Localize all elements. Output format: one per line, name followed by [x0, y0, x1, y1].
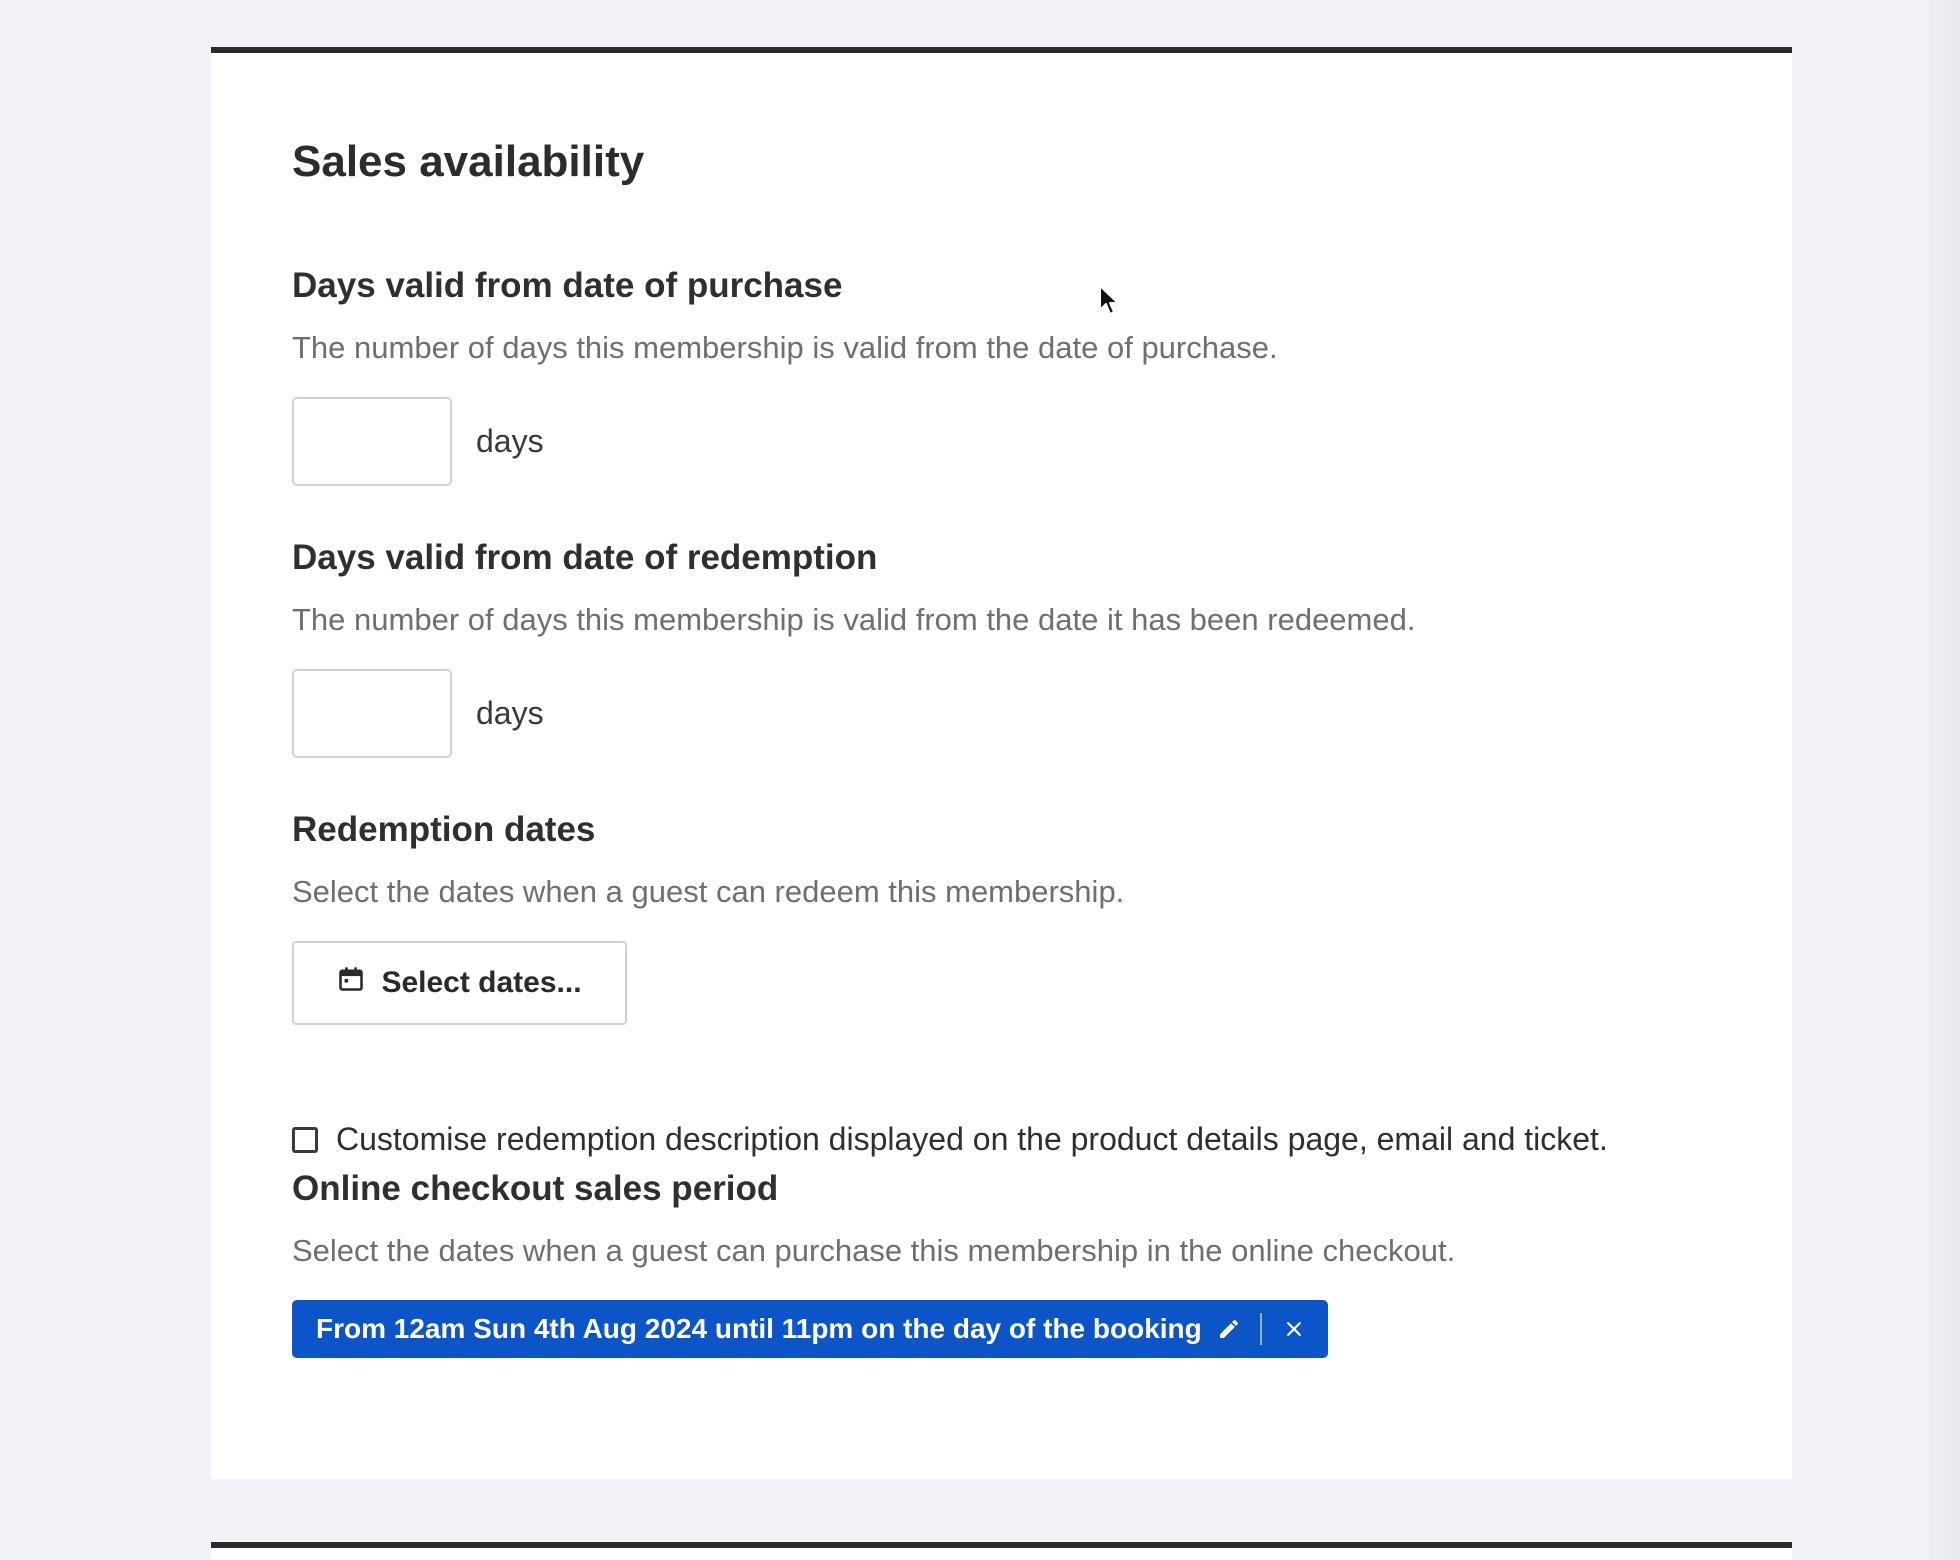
customise-redemption-checkbox[interactable] [292, 1126, 318, 1153]
redemption-dates-description: Select the dates when a guest can redeem… [292, 874, 1125, 909]
customise-redemption-row[interactable]: Customise redemption description display… [292, 1121, 1608, 1158]
sales-period-text: From 12am Sun 4th Aug 2024 until 11pm on… [316, 1313, 1202, 1344]
customise-redemption-label: Customise redemption description display… [336, 1121, 1608, 1157]
next-card [211, 1542, 1792, 1560]
sales-availability-card: Sales availability Days valid from date … [211, 47, 1792, 1479]
purchase-days-unit: days [476, 423, 544, 459]
sales-period-chip[interactable]: From 12am Sun 4th Aug 2024 until 11pm on… [292, 1300, 1328, 1358]
redemption-days-unit: days [476, 695, 544, 731]
select-dates-button[interactable]: Select dates... [292, 941, 627, 1025]
pencil-icon[interactable] [1216, 1316, 1242, 1342]
redemption-days-input[interactable] [292, 669, 452, 758]
online-checkout-description: Select the dates when a guest can purcha… [292, 1233, 1456, 1268]
redemption-dates-title: Redemption dates [292, 810, 596, 849]
purchase-days-input[interactable] [292, 397, 452, 486]
online-checkout-title: Online checkout sales period [292, 1169, 779, 1208]
chip-divider [1259, 1313, 1262, 1345]
purchase-validity-description: The number of days this membership is va… [292, 330, 1278, 365]
section-title: Sales availability [292, 137, 645, 186]
calendar-icon [337, 965, 365, 1001]
mouse-cursor-icon [1099, 285, 1119, 315]
scrollbar-track[interactable] [1931, 0, 1960, 1560]
close-icon[interactable] [1282, 1317, 1306, 1341]
purchase-validity-title: Days valid from date of purchase [292, 266, 843, 305]
redemption-validity-description: The number of days this membership is va… [292, 602, 1416, 637]
redemption-validity-title: Days valid from date of redemption [292, 538, 878, 577]
select-dates-label: Select dates... [381, 966, 582, 999]
